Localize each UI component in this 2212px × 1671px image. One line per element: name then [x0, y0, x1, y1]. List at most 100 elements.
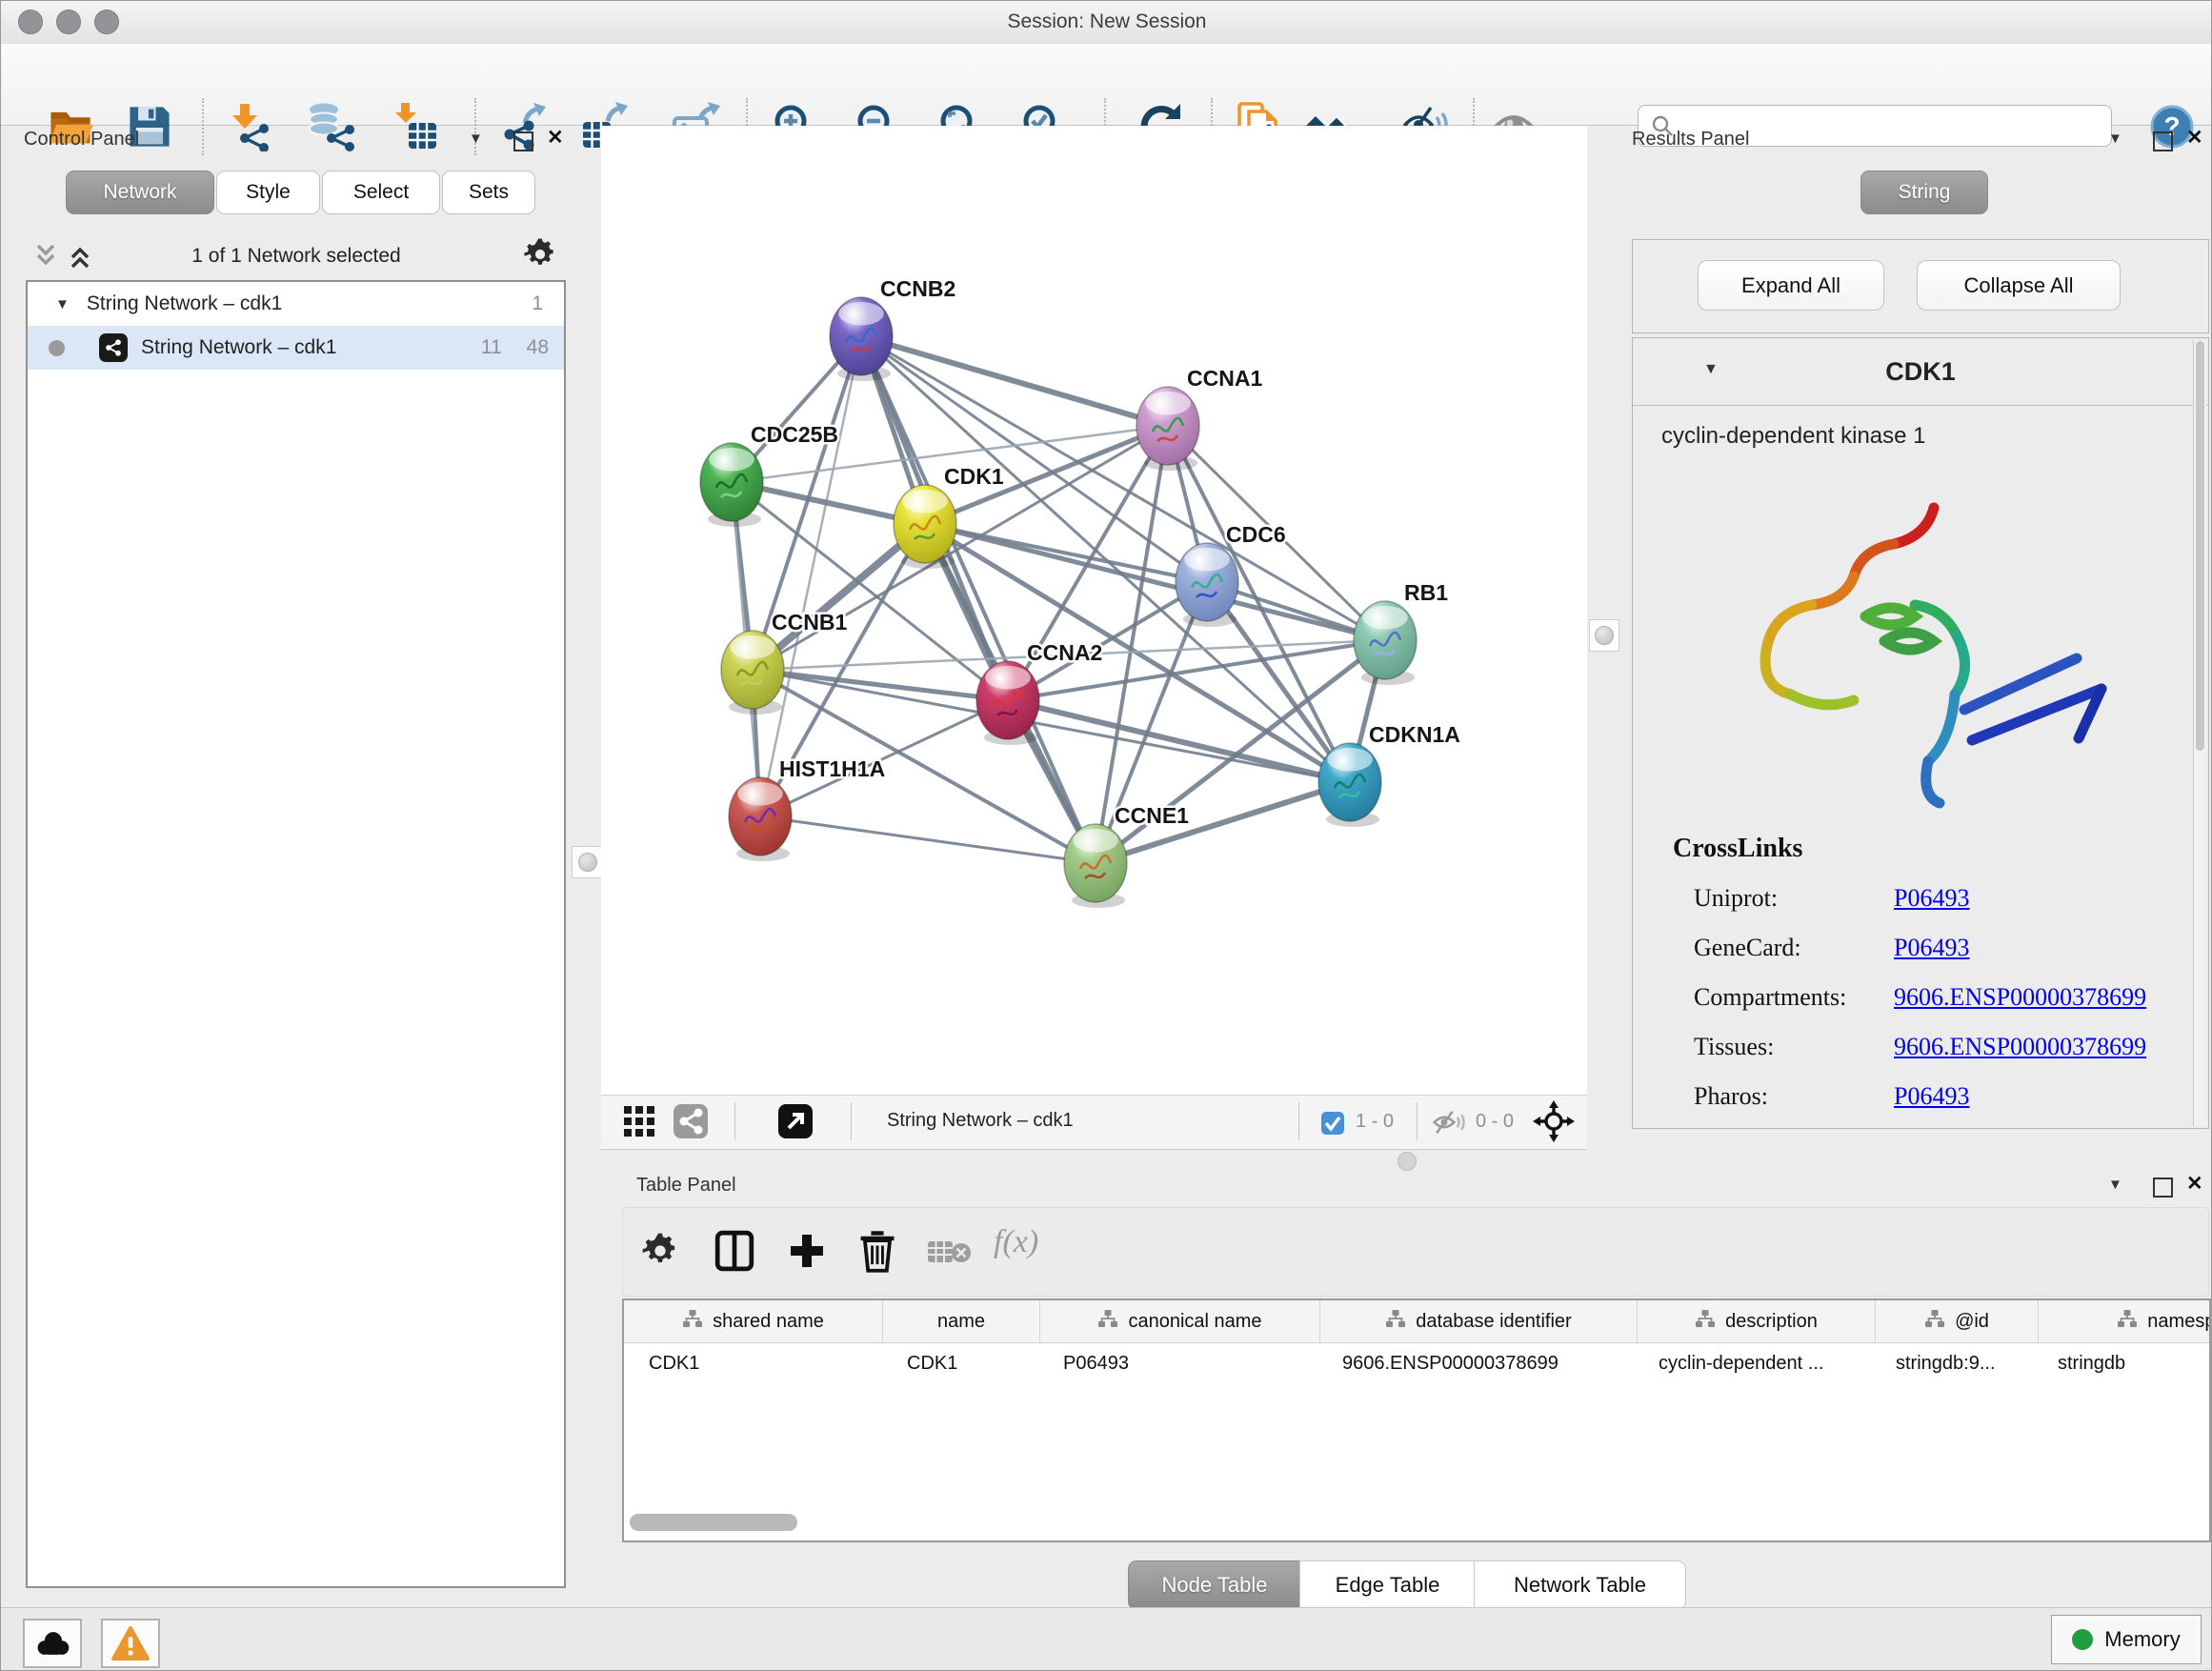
memory-button[interactable]: Memory [2051, 1615, 2202, 1664]
show-columns-icon[interactable] [714, 1230, 755, 1272]
network-edge[interactable] [753, 670, 1008, 700]
crosslink-label: GeneCard: [1694, 934, 1894, 962]
float-panel-icon[interactable] [513, 131, 533, 151]
collapse-all-networks-icon[interactable] [33, 243, 58, 270]
warning-button[interactable] [101, 1619, 160, 1668]
float-table-panel-icon[interactable] [2153, 1178, 2173, 1198]
table-row[interactable]: CDK1CDK1P064939606.ENSP00000378699cyclin… [624, 1343, 2209, 1383]
protein-structure-image [1679, 481, 2155, 824]
crosslink-link[interactable]: 9606.ENSP00000378699 [1894, 983, 2146, 1012]
import-network-icon[interactable] [224, 102, 273, 151]
left-splitter-handle[interactable] [572, 846, 604, 878]
float-results-icon[interactable] [2153, 131, 2173, 151]
close-results-icon[interactable]: ✕ [2186, 126, 2203, 150]
column-header[interactable]: @id [1876, 1300, 2039, 1342]
network-edge[interactable] [861, 336, 1385, 640]
birdseye-icon[interactable] [778, 1104, 813, 1138]
collapse-panel-icon[interactable]: ▼ [469, 131, 483, 147]
import-table-icon[interactable] [390, 102, 439, 151]
network-edge[interactable] [760, 336, 861, 816]
column-type-icon [1097, 1309, 1118, 1334]
share-view-icon[interactable] [674, 1104, 708, 1138]
title-bar: Session: New Session [1, 1, 2212, 45]
column-header[interactable]: shared name [624, 1300, 883, 1342]
network-collection-row[interactable]: ▼ String Network – cdk1 1 [28, 282, 564, 326]
network-row-selected[interactable]: String Network – cdk1 11 48 [28, 326, 564, 370]
delete-column-icon[interactable] [856, 1228, 898, 1274]
function-builder-icon: f(x) [994, 1224, 1038, 1260]
close-table-panel-icon[interactable]: ✕ [2186, 1172, 2203, 1196]
node-label: CCNA2 [1027, 640, 1102, 665]
crosslink-link[interactable]: P06493 [1894, 1082, 1969, 1111]
column-type-icon [1385, 1309, 1406, 1334]
network-tree: ▼ String Network – cdk1 1 String Network… [26, 280, 566, 1588]
crosslink-label: Compartments: [1694, 983, 1894, 1012]
toolbar-separator [474, 98, 476, 155]
column-header[interactable]: canonical name [1040, 1300, 1320, 1342]
crosslink-link[interactable]: P06493 [1894, 884, 1969, 913]
tab-network-table[interactable]: Network Table [1474, 1560, 1686, 1610]
crosslink-link[interactable]: P06493 [1894, 934, 1969, 962]
right-splitter-handle[interactable] [1589, 619, 1619, 652]
tab-network[interactable]: Network [66, 171, 214, 214]
crosshair-icon[interactable] [1533, 1100, 1575, 1142]
column-header[interactable]: database identifier [1320, 1300, 1638, 1342]
selected-checkbox-icon[interactable] [1321, 1112, 1344, 1135]
table-cell[interactable]: cyclin-dependent ... [1634, 1353, 1871, 1375]
results-scrollbar[interactable] [2193, 340, 2206, 1126]
close-panel-icon[interactable]: ✕ [547, 126, 564, 150]
network-edge[interactable] [861, 336, 1096, 863]
expand-all-button[interactable]: Expand All [1698, 260, 1884, 311]
table-cell[interactable]: 9606.ENSP00000378699 [1317, 1353, 1634, 1375]
network-edge[interactable] [760, 816, 1096, 863]
horizontal-splitter-handle[interactable] [1398, 1152, 1417, 1171]
string-network-graph[interactable]: CCNB2CCNA1CDC25BCDK1CDC6RB1CCNB1CCNA2CDK… [601, 126, 1587, 1095]
crosslink-link[interactable]: 9606.ENSP00000378699 [1894, 1033, 2146, 1061]
table-cell[interactable]: P06493 [1038, 1353, 1317, 1375]
collapse-table-panel-icon[interactable]: ▼ [2108, 1177, 2122, 1193]
network-node-ccna1[interactable]: CCNA1 [1136, 366, 1262, 471]
node-label: CCNA1 [1187, 366, 1262, 391]
network-node-ccne1[interactable]: CCNE1 [1064, 803, 1189, 908]
table-cell[interactable]: stringdb:9... [1871, 1353, 2033, 1375]
network-selection-status: 1 of 1 Network selected [115, 245, 477, 268]
tab-sets[interactable]: Sets [442, 171, 535, 214]
grid-view-icon[interactable] [622, 1104, 656, 1138]
expand-all-networks-icon[interactable] [68, 243, 92, 270]
node-label: RB1 [1404, 580, 1448, 605]
network-edge[interactable] [925, 524, 1385, 640]
tab-node-table[interactable]: Node Table [1128, 1560, 1301, 1610]
add-column-icon[interactable] [788, 1232, 826, 1270]
import-database-icon[interactable] [307, 102, 356, 151]
gear-icon[interactable] [523, 237, 557, 272]
network-node-hist1h1a[interactable]: HIST1H1A [729, 756, 885, 861]
network-node-cdkn1a[interactable]: CDKN1A [1318, 722, 1460, 827]
network-canvas[interactable]: CCNB2CCNA1CDC25BCDK1CDC6RB1CCNB1CCNA2CDK… [601, 126, 1587, 1095]
hidden-eye-icon[interactable] [1432, 1108, 1468, 1137]
table-panel-title: Table Panel [636, 1175, 736, 1197]
cytoscape-window: Session: New Session [0, 0, 2212, 1671]
table-cell[interactable]: stringdb [2033, 1353, 2211, 1375]
column-header[interactable]: namespace [2039, 1300, 2211, 1342]
network-node-rb1[interactable]: RB1 [1354, 580, 1448, 685]
collapse-results-icon[interactable]: ▼ [2108, 131, 2122, 147]
column-header-label: database identifier [1416, 1311, 1571, 1333]
network-edge[interactable] [861, 336, 1168, 426]
status-bar [1, 1607, 2212, 1671]
tree-expand-icon[interactable]: ▼ [55, 296, 70, 312]
tab-select[interactable]: Select [322, 171, 440, 214]
tab-style[interactable]: Style [216, 171, 320, 214]
table-hscrollbar[interactable] [630, 1514, 797, 1531]
collapse-all-button[interactable]: Collapse All [1917, 260, 2121, 311]
delete-table-icon [927, 1238, 973, 1268]
column-header[interactable]: description [1638, 1300, 1876, 1342]
table-gear-icon[interactable] [641, 1232, 679, 1270]
node-table[interactable]: shared namenamecanonical name database id… [622, 1299, 2211, 1542]
table-cell[interactable]: CDK1 [882, 1353, 1038, 1375]
network-node-ccna2[interactable]: CCNA2 [976, 640, 1102, 745]
tab-string[interactable]: String [1860, 171, 1988, 214]
column-header[interactable]: name [883, 1300, 1040, 1342]
table-cell[interactable]: CDK1 [624, 1353, 882, 1375]
cloud-button[interactable] [23, 1619, 82, 1668]
tab-edge-table[interactable]: Edge Table [1299, 1560, 1476, 1610]
